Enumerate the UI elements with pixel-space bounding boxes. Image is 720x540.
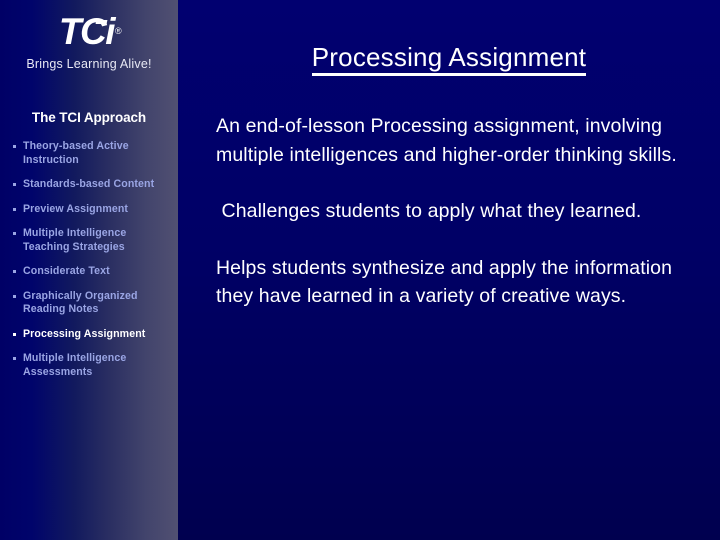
logo-wordmark: TCi® bbox=[58, 11, 122, 52]
page-title: Processing Assignment bbox=[178, 42, 720, 76]
sidebar-heading: The TCI Approach bbox=[31, 110, 147, 125]
sidebar-item-preview-assignment[interactable]: Preview Assignment bbox=[12, 203, 172, 217]
bullet-icon bbox=[13, 232, 16, 235]
sidebar-item-considerate-text[interactable]: Considerate Text bbox=[12, 265, 172, 279]
sidebar-item-label: Considerate Text bbox=[23, 265, 110, 277]
sidebar-item-label: Multiple Intelligence Assessments bbox=[23, 352, 127, 378]
bullet-icon bbox=[13, 207, 16, 211]
sidebar-item-multiple-intelligence-assessments[interactable]: Multiple Intelligence Assessments bbox=[12, 352, 172, 379]
sidebar-item-label: Theory-based Active Instruction bbox=[23, 140, 129, 166]
logo-text: TCi bbox=[58, 11, 116, 52]
sidebar-item-label: Standards-based Content bbox=[23, 178, 155, 190]
bullet-icon bbox=[13, 270, 16, 273]
sidebar-item-multiple-intelligence-teaching-strategies[interactable]: Multiple Intelligence Teaching Strategie… bbox=[12, 227, 172, 254]
logo-tagline: Brings Learning Alive! bbox=[26, 57, 152, 71]
sidebar-item-label: Processing Assignment bbox=[23, 327, 146, 340]
body-paragraph-1: An end-of-lesson Processing assignment, … bbox=[216, 115, 677, 166]
bullet-icon bbox=[13, 332, 16, 336]
tci-logo: TCi® Brings Learning Alive! bbox=[0, 11, 178, 72]
logo-dash-icon bbox=[95, 20, 108, 24]
slide-content: Processing Assignment An end-of-lesson P… bbox=[178, 0, 720, 540]
body-paragraph-2: Challenges students to apply what they l… bbox=[216, 200, 642, 222]
sidebar-item-label: Multiple Intelligence Teaching Strategie… bbox=[23, 227, 127, 253]
page-title-text: Processing Assignment bbox=[311, 42, 587, 76]
sidebar-item-theory-based-active-instruction[interactable]: Theory-based Active Instruction bbox=[12, 140, 172, 167]
logo-registered-icon: ® bbox=[114, 26, 122, 36]
sidebar-item-label: Preview Assignment bbox=[23, 202, 129, 215]
sidebar-item-processing-assignment[interactable]: Processing Assignment bbox=[12, 328, 172, 342]
slide: TCi® Brings Learning Alive! The TCI Appr… bbox=[0, 0, 720, 540]
sidebar-panel: TCi® Brings Learning Alive! The TCI Appr… bbox=[0, 0, 178, 540]
bullet-icon bbox=[13, 357, 16, 360]
bullet-icon bbox=[13, 145, 16, 148]
body-paragraph-3: Helps students synthesize and apply the … bbox=[216, 256, 678, 308]
body-text-blocks: An end-of-lesson Processing assignment, … bbox=[216, 112, 696, 311]
bullet-icon bbox=[13, 183, 16, 186]
sidebar-item-graphically-organized-reading-notes[interactable]: Graphically Organized Reading Notes bbox=[12, 290, 172, 317]
bullet-icon bbox=[13, 294, 16, 298]
sidebar-item-standards-based-content[interactable]: Standards-based Content bbox=[12, 178, 172, 192]
sidebar-item-label: Graphically Organized Reading Notes bbox=[23, 289, 138, 316]
sidebar-nav-list: Theory-based Active Instruction Standard… bbox=[12, 140, 172, 390]
